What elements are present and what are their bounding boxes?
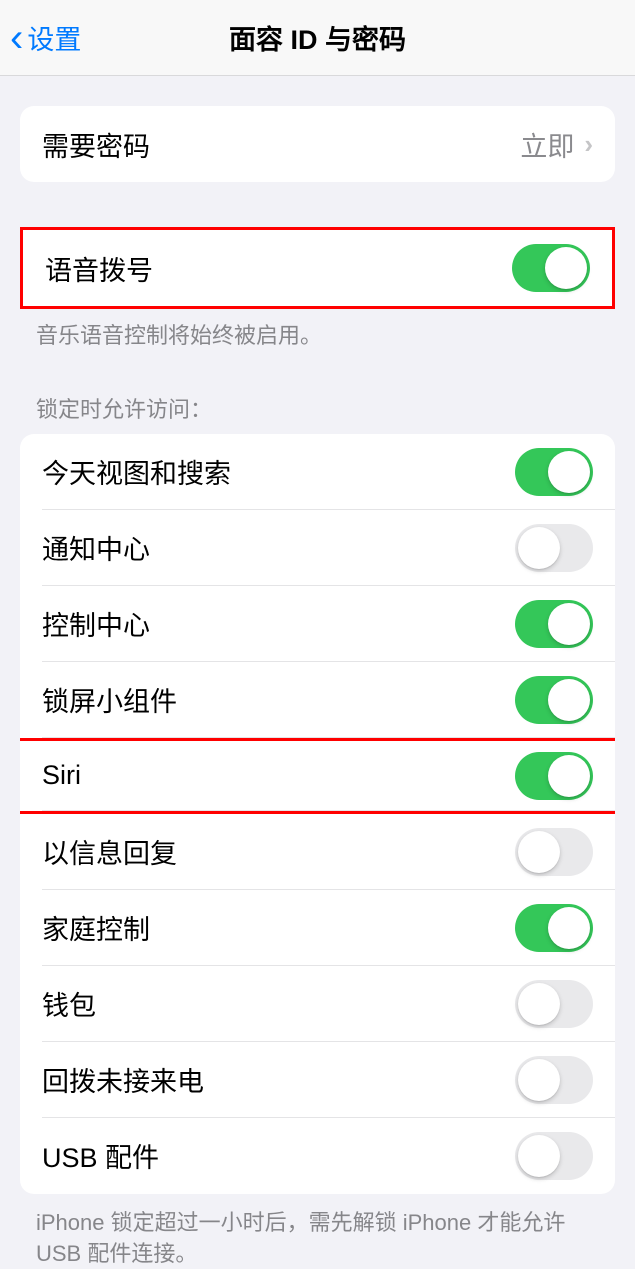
row-label: 通知中心 [42,528,515,567]
toggle-knob [518,1059,560,1101]
toggle-knob [548,907,590,949]
toggle-今天视图和搜索[interactable] [515,448,593,496]
row-label: 钱包 [42,984,515,1023]
toggle-knob [548,755,590,797]
lock-item-siri: Siri [20,738,615,814]
toggle-knob [545,247,587,289]
lock-access-group: 今天视图和搜索通知中心控制中心锁屏小组件 Siri 以信息回复家庭控制钱包回拨未接来… [20,434,615,1194]
toggle-usb-配件[interactable] [515,1132,593,1180]
toggle-钱包[interactable] [515,980,593,1028]
toggle-siri[interactable] [515,752,593,800]
row-label: USB 配件 [42,1136,515,1175]
require-passcode-row[interactable]: 需要密码 立即 › [20,106,615,182]
lock-item-usb-配件: USB 配件 [20,1118,615,1194]
lock-item-通知中心: 通知中心 [20,510,615,586]
row-label: 控制中心 [42,604,515,643]
row-label: 回拨未接来电 [42,1060,515,1099]
lock-item-家庭控制: 家庭控制 [20,890,615,966]
toggle-knob [518,1135,560,1177]
chevron-left-icon: ‹ [10,18,23,58]
lock-item-以信息回复: 以信息回复 [20,814,615,890]
voice-dial-toggle[interactable] [512,244,590,292]
lock-item-今天视图和搜索: 今天视图和搜索 [20,434,615,510]
toggle-knob [518,983,560,1025]
lock-item-控制中心: 控制中心 [20,586,615,662]
toggle-锁屏小组件[interactable] [515,676,593,724]
voice-dial-row: 语音拨号 [23,230,612,306]
toggle-通知中心[interactable] [515,524,593,572]
divider [42,810,615,811]
content: 需要密码 立即 › 语音拨号 音乐语音控制将始终被启用。 锁定时允许访问： 今天… [0,106,635,1269]
toggle-knob [518,527,560,569]
toggle-knob [518,831,560,873]
back-button[interactable]: ‹ 设置 [0,18,81,58]
lock-item-钱包: 钱包 [20,966,615,1042]
row-label: 语音拨号 [45,249,512,288]
row-label: Siri [42,760,515,791]
toggle-以信息回复[interactable] [515,828,593,876]
toggle-knob [548,451,590,493]
toggle-家庭控制[interactable] [515,904,593,952]
voice-dial-group: 语音拨号 [20,227,615,309]
lock-section-header: 锁定时允许访问： [0,352,635,434]
back-label: 设置 [27,18,81,57]
page-title: 面容 ID 与密码 [0,18,635,57]
row-value: 立即 [520,125,574,164]
row-label: 需要密码 [42,125,520,164]
navigation-bar: ‹ 设置 面容 ID 与密码 [0,0,635,76]
toggle-knob [548,679,590,721]
voice-dial-footer: 音乐语音控制将始终被启用。 [0,309,635,352]
lock-item-回拨未接来电: 回拨未接来电 [20,1042,615,1118]
toggle-回拨未接来电[interactable] [515,1056,593,1104]
lock-section-footer: iPhone 锁定超过一小时后，需先解锁 iPhone 才能允许 USB 配件连… [0,1194,635,1269]
row-label: 今天视图和搜索 [42,452,515,491]
toggle-控制中心[interactable] [515,600,593,648]
chevron-right-icon: › [584,129,593,160]
row-label: 锁屏小组件 [42,680,515,719]
passcode-group: 需要密码 立即 › [20,106,615,182]
lock-item-锁屏小组件: 锁屏小组件 [20,662,615,738]
row-label: 以信息回复 [42,832,515,871]
toggle-knob [548,603,590,645]
row-label: 家庭控制 [42,908,515,947]
